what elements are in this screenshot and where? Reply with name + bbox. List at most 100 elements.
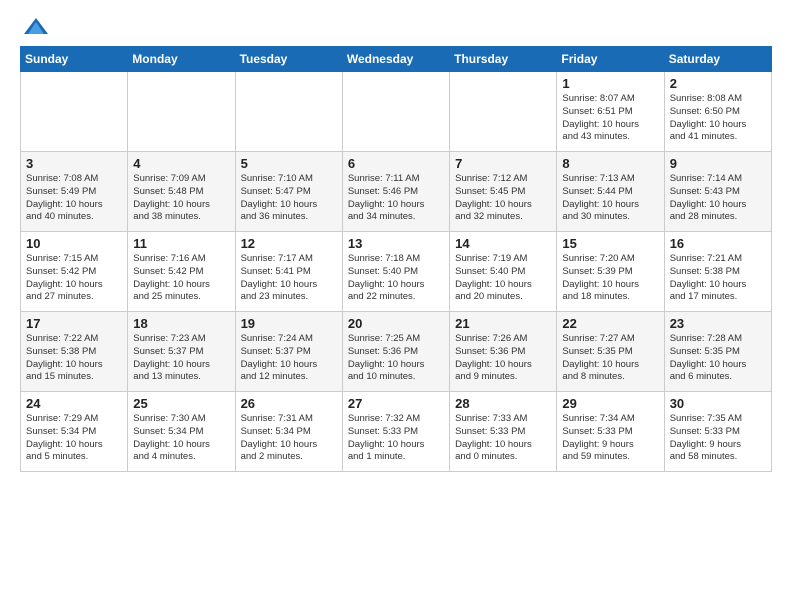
day-cell: 28 Sunrise: 7:33 AM Sunset: 5:33 PM Dayli…	[450, 392, 557, 472]
day-number: 11	[133, 236, 229, 251]
day-info: Sunrise: 7:31 AM Sunset: 5:34 PM Dayligh…	[241, 413, 337, 464]
day-number: 3	[26, 156, 122, 171]
day-cell: 10 Sunrise: 7:15 AM Sunset: 5:42 PM Dayli…	[21, 232, 128, 312]
day-info: Sunrise: 7:34 AM Sunset: 5:33 PM Dayligh…	[562, 413, 658, 464]
day-cell: 7 Sunrise: 7:12 AM Sunset: 5:45 PM Daylig…	[450, 152, 557, 232]
day-number: 24	[26, 396, 122, 411]
day-info: Sunrise: 7:11 AM Sunset: 5:46 PM Dayligh…	[348, 173, 444, 224]
week-row-3: 10 Sunrise: 7:15 AM Sunset: 5:42 PM Dayli…	[21, 232, 772, 312]
day-number: 29	[562, 396, 658, 411]
day-number: 10	[26, 236, 122, 251]
header-friday: Friday	[557, 47, 664, 72]
day-number: 18	[133, 316, 229, 331]
day-number: 14	[455, 236, 551, 251]
day-info: Sunrise: 7:26 AM Sunset: 5:36 PM Dayligh…	[455, 333, 551, 384]
day-cell: 15 Sunrise: 7:20 AM Sunset: 5:39 PM Dayli…	[557, 232, 664, 312]
day-cell: 25Sunrise: 7:30 AM Sunset: 5:34 PM Dayli…	[128, 392, 235, 472]
day-cell: 23 Sunrise: 7:28 AM Sunset: 5:35 PM Dayli…	[664, 312, 771, 392]
day-info: Sunrise: 7:12 AM Sunset: 5:45 PM Dayligh…	[455, 173, 551, 224]
day-number: 6	[348, 156, 444, 171]
day-cell: 1 Sunrise: 8:07 AM Sunset: 6:51 PM Daylig…	[557, 72, 664, 152]
day-info: Sunrise: 7:32 AM Sunset: 5:33 PM Dayligh…	[348, 413, 444, 464]
day-number: 26	[241, 396, 337, 411]
day-cell: 2Sunrise: 8:08 AM Sunset: 6:50 PM Daylig…	[664, 72, 771, 152]
day-number: 30	[670, 396, 766, 411]
day-info: Sunrise: 7:22 AM Sunset: 5:38 PM Dayligh…	[26, 333, 122, 384]
day-info: Sunrise: 7:16 AM Sunset: 5:42 PM Dayligh…	[133, 253, 229, 304]
day-info: Sunrise: 7:28 AM Sunset: 5:35 PM Dayligh…	[670, 333, 766, 384]
day-info: Sunrise: 7:25 AM Sunset: 5:36 PM Dayligh…	[348, 333, 444, 384]
day-number: 19	[241, 316, 337, 331]
day-number: 8	[562, 156, 658, 171]
day-number: 15	[562, 236, 658, 251]
header-tuesday: Tuesday	[235, 47, 342, 72]
day-number: 7	[455, 156, 551, 171]
day-cell: 5Sunrise: 7:10 AM Sunset: 5:47 PM Daylig…	[235, 152, 342, 232]
day-cell	[21, 72, 128, 152]
day-info: Sunrise: 7:09 AM Sunset: 5:48 PM Dayligh…	[133, 173, 229, 224]
day-cell: 8Sunrise: 7:13 AM Sunset: 5:44 PM Daylig…	[557, 152, 664, 232]
day-cell: 6 Sunrise: 7:11 AM Sunset: 5:46 PM Daylig…	[342, 152, 449, 232]
day-cell: 16 Sunrise: 7:21 AM Sunset: 5:38 PM Dayli…	[664, 232, 771, 312]
day-info: Sunrise: 7:20 AM Sunset: 5:39 PM Dayligh…	[562, 253, 658, 304]
header	[20, 16, 772, 36]
calendar-table: SundayMondayTuesdayWednesdayThursdayFrid…	[20, 46, 772, 472]
day-cell: 20 Sunrise: 7:25 AM Sunset: 5:36 PM Dayli…	[342, 312, 449, 392]
day-number: 22	[562, 316, 658, 331]
day-cell: 11 Sunrise: 7:16 AM Sunset: 5:42 PM Dayli…	[128, 232, 235, 312]
day-cell: 29 Sunrise: 7:34 AM Sunset: 5:33 PM Dayli…	[557, 392, 664, 472]
header-monday: Monday	[128, 47, 235, 72]
header-thursday: Thursday	[450, 47, 557, 72]
day-cell: 12Sunrise: 7:17 AM Sunset: 5:41 PM Dayli…	[235, 232, 342, 312]
day-info: Sunrise: 8:07 AM Sunset: 6:51 PM Dayligh…	[562, 93, 658, 144]
header-saturday: Saturday	[664, 47, 771, 72]
logo	[20, 16, 50, 36]
day-info: Sunrise: 7:35 AM Sunset: 5:33 PM Dayligh…	[670, 413, 766, 464]
day-info: Sunrise: 8:08 AM Sunset: 6:50 PM Dayligh…	[670, 93, 766, 144]
day-cell: 19 Sunrise: 7:24 AM Sunset: 5:37 PM Dayli…	[235, 312, 342, 392]
day-number: 16	[670, 236, 766, 251]
day-number: 5	[241, 156, 337, 171]
day-info: Sunrise: 7:23 AM Sunset: 5:37 PM Dayligh…	[133, 333, 229, 384]
day-info: Sunrise: 7:19 AM Sunset: 5:40 PM Dayligh…	[455, 253, 551, 304]
day-cell: 26 Sunrise: 7:31 AM Sunset: 5:34 PM Dayli…	[235, 392, 342, 472]
day-cell: 21 Sunrise: 7:26 AM Sunset: 5:36 PM Dayli…	[450, 312, 557, 392]
day-number: 1	[562, 76, 658, 91]
day-number: 4	[133, 156, 229, 171]
page: SundayMondayTuesdayWednesdayThursdayFrid…	[0, 0, 792, 482]
day-info: Sunrise: 7:18 AM Sunset: 5:40 PM Dayligh…	[348, 253, 444, 304]
day-info: Sunrise: 7:24 AM Sunset: 5:37 PM Dayligh…	[241, 333, 337, 384]
day-cell: 13Sunrise: 7:18 AM Sunset: 5:40 PM Dayli…	[342, 232, 449, 312]
header-sunday: Sunday	[21, 47, 128, 72]
week-row-5: 24 Sunrise: 7:29 AM Sunset: 5:34 PM Dayli…	[21, 392, 772, 472]
day-cell: 4 Sunrise: 7:09 AM Sunset: 5:48 PM Daylig…	[128, 152, 235, 232]
day-number: 21	[455, 316, 551, 331]
day-number: 28	[455, 396, 551, 411]
day-number: 9	[670, 156, 766, 171]
day-info: Sunrise: 7:15 AM Sunset: 5:42 PM Dayligh…	[26, 253, 122, 304]
day-number: 23	[670, 316, 766, 331]
logo-icon	[22, 16, 50, 36]
day-info: Sunrise: 7:21 AM Sunset: 5:38 PM Dayligh…	[670, 253, 766, 304]
day-number: 25	[133, 396, 229, 411]
day-cell: 3 Sunrise: 7:08 AM Sunset: 5:49 PM Daylig…	[21, 152, 128, 232]
day-cell: 22 Sunrise: 7:27 AM Sunset: 5:35 PM Dayli…	[557, 312, 664, 392]
day-cell: 18 Sunrise: 7:23 AM Sunset: 5:37 PM Dayli…	[128, 312, 235, 392]
day-number: 17	[26, 316, 122, 331]
day-number: 20	[348, 316, 444, 331]
day-info: Sunrise: 7:14 AM Sunset: 5:43 PM Dayligh…	[670, 173, 766, 224]
week-row-2: 3 Sunrise: 7:08 AM Sunset: 5:49 PM Daylig…	[21, 152, 772, 232]
header-row: SundayMondayTuesdayWednesdayThursdayFrid…	[21, 47, 772, 72]
day-cell: 24 Sunrise: 7:29 AM Sunset: 5:34 PM Dayli…	[21, 392, 128, 472]
day-cell: 30 Sunrise: 7:35 AM Sunset: 5:33 PM Dayli…	[664, 392, 771, 472]
day-info: Sunrise: 7:08 AM Sunset: 5:49 PM Dayligh…	[26, 173, 122, 224]
day-info: Sunrise: 7:27 AM Sunset: 5:35 PM Dayligh…	[562, 333, 658, 384]
week-row-1: 1 Sunrise: 8:07 AM Sunset: 6:51 PM Daylig…	[21, 72, 772, 152]
day-cell	[128, 72, 235, 152]
day-info: Sunrise: 7:33 AM Sunset: 5:33 PM Dayligh…	[455, 413, 551, 464]
day-info: Sunrise: 7:29 AM Sunset: 5:34 PM Dayligh…	[26, 413, 122, 464]
header-wednesday: Wednesday	[342, 47, 449, 72]
day-cell: 17 Sunrise: 7:22 AM Sunset: 5:38 PM Dayli…	[21, 312, 128, 392]
day-cell: 9 Sunrise: 7:14 AM Sunset: 5:43 PM Daylig…	[664, 152, 771, 232]
day-cell: 14 Sunrise: 7:19 AM Sunset: 5:40 PM Dayli…	[450, 232, 557, 312]
